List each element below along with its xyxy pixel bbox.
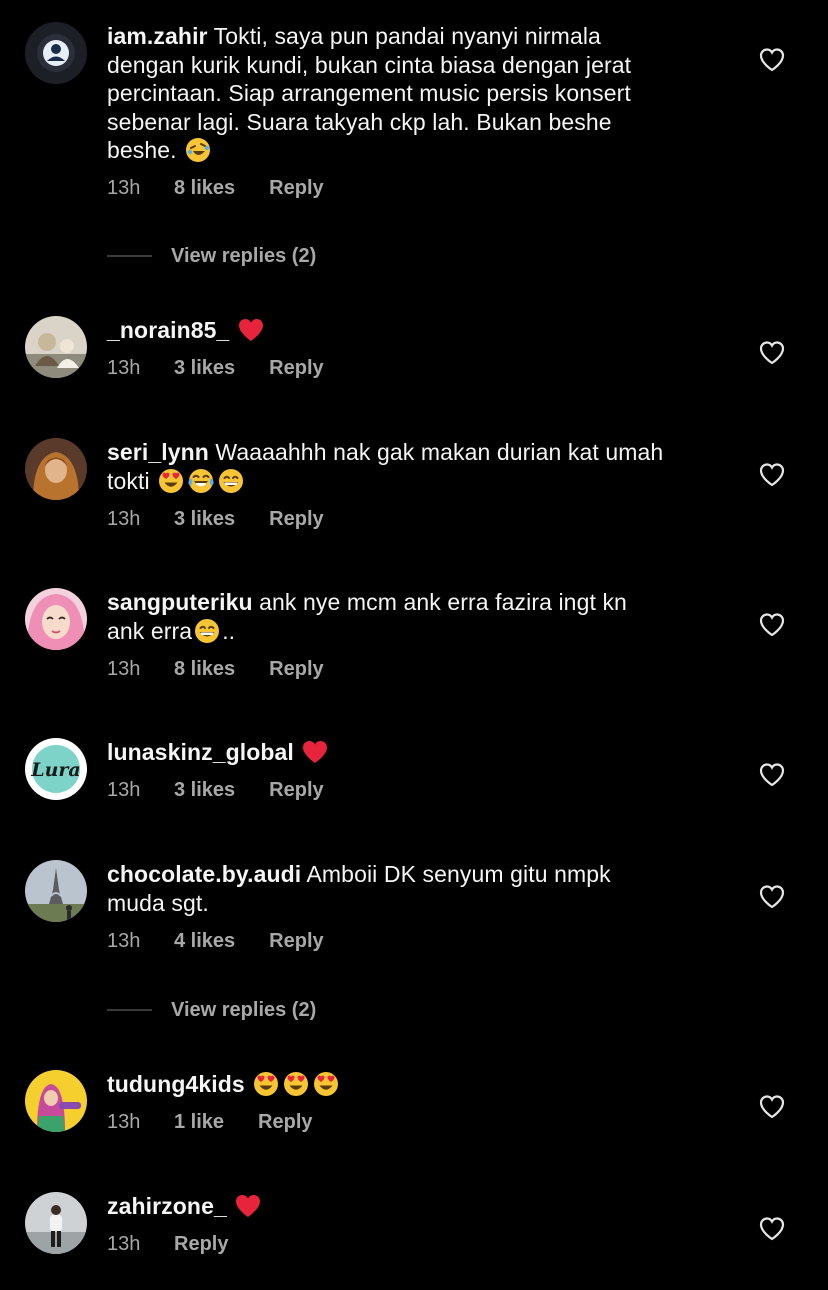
comment-text: zahirzone_ xyxy=(107,1192,717,1221)
comment-meta: 13h 3 likes Reply xyxy=(107,777,717,805)
like-heart-icon[interactable] xyxy=(758,46,786,72)
heart-eyes-emoji-icon xyxy=(313,1071,339,1097)
red-heart-emoji-icon xyxy=(238,317,264,343)
comments-feed: iam.zahir Tokti, saya pun pandai nyanyi … xyxy=(0,0,828,1290)
avatar-image xyxy=(25,316,87,378)
avatar[interactable] xyxy=(25,1070,87,1132)
comment-meta: 13h 8 likes Reply xyxy=(107,655,717,683)
reply-button[interactable]: Reply xyxy=(269,357,323,380)
avatar-image: Lura xyxy=(25,738,87,800)
avatar[interactable] xyxy=(25,588,87,650)
comment-body xyxy=(294,739,301,765)
comment-username[interactable]: iam.zahir xyxy=(107,23,208,49)
avatar[interactable] xyxy=(25,438,87,500)
view-replies-button[interactable]: View replies (2) xyxy=(107,996,407,1024)
divider xyxy=(107,1009,152,1011)
comment-meta: 13h 8 likes Reply xyxy=(107,175,717,203)
comment-text: tudung4kids xyxy=(107,1070,717,1099)
comment-username[interactable]: lunaskinz_global xyxy=(107,739,294,765)
view-replies-label: View replies (2) xyxy=(171,244,317,267)
comment-time: 13h xyxy=(107,357,141,379)
view-replies-button[interactable]: View replies (2) xyxy=(107,242,407,270)
avatar[interactable] xyxy=(25,22,87,84)
comment-username[interactable]: chocolate.by.audi xyxy=(107,861,301,887)
reply-button[interactable]: Reply xyxy=(269,658,323,681)
comment-text: _norain85_ xyxy=(107,316,717,345)
reply-button[interactable]: Reply xyxy=(174,1233,228,1256)
rolling-on-floor-laughing-emoji-icon xyxy=(185,137,211,163)
divider xyxy=(107,255,152,257)
avatar-image xyxy=(25,22,87,84)
avatar[interactable] xyxy=(25,860,87,922)
heart-eyes-emoji-icon xyxy=(253,1071,279,1097)
comment-likes[interactable]: 8 likes xyxy=(174,177,235,200)
reply-button[interactable]: Reply xyxy=(258,1111,312,1134)
grinning-emoji-icon xyxy=(194,618,220,644)
avatar[interactable] xyxy=(25,316,87,378)
avatar-image xyxy=(25,1070,87,1132)
view-replies-label: View replies (2) xyxy=(171,998,317,1021)
avatar[interactable]: Lura xyxy=(25,738,87,800)
comment-body-suffix: .. xyxy=(222,617,236,644)
avatar[interactable] xyxy=(25,1192,87,1254)
comment-likes[interactable]: 3 likes xyxy=(174,779,235,802)
comment-text: sangputeriku ank nye mcm ank erra fazira… xyxy=(107,588,717,645)
comment-username[interactable]: zahirzone_ xyxy=(107,1193,227,1219)
comment-likes[interactable]: 3 likes xyxy=(174,357,235,380)
like-heart-icon[interactable] xyxy=(758,761,786,787)
comment-body xyxy=(245,1071,252,1097)
comment-username[interactable]: _norain85_ xyxy=(107,317,229,343)
comment-meta: 13h 3 likes Reply xyxy=(107,355,717,383)
red-heart-emoji-icon xyxy=(302,739,328,765)
comment-time: 13h xyxy=(107,929,141,952)
like-heart-icon[interactable] xyxy=(758,1215,786,1241)
comment-meta: 13h 1 like Reply xyxy=(107,1109,717,1137)
comment-text: iam.zahir Tokti, saya pun pandai nyanyi … xyxy=(107,22,717,165)
comment-time: 13h xyxy=(107,177,141,199)
like-heart-icon[interactable] xyxy=(758,883,786,909)
comment-meta: 13h 4 likes Reply xyxy=(107,927,717,955)
comment-time: 13h xyxy=(107,779,141,801)
avatar-image xyxy=(25,438,87,500)
comment-likes[interactable]: 8 likes xyxy=(174,658,235,681)
comment-text: lunaskinz_global xyxy=(107,738,717,767)
comment-username[interactable]: seri_lynn xyxy=(107,439,209,465)
comment-likes[interactable]: 1 like xyxy=(174,1111,224,1134)
comment-text: seri_lynn Waaaahhh nak gak makan durian … xyxy=(107,438,717,495)
like-heart-icon[interactable] xyxy=(758,1093,786,1119)
comment-text: chocolate.by.audi Amboii DK senyum gitu … xyxy=(107,860,717,917)
comment-meta: 13h Reply xyxy=(107,1231,717,1259)
comment-likes[interactable]: 3 likes xyxy=(174,508,235,531)
comment-body xyxy=(227,1193,234,1219)
reply-button[interactable]: Reply xyxy=(269,508,323,531)
comment-time: 13h xyxy=(107,507,141,530)
heart-eyes-emoji-icon xyxy=(283,1071,309,1097)
tears-of-joy-emoji-icon xyxy=(188,468,214,494)
comment-body xyxy=(229,317,236,343)
grinning-emoji-icon xyxy=(218,468,244,494)
avatar-image xyxy=(25,1192,87,1254)
comment-username[interactable]: sangputeriku xyxy=(107,589,253,615)
comment-meta: 13h 3 likes Reply xyxy=(107,505,717,533)
reply-button[interactable]: Reply xyxy=(269,930,323,953)
avatar-logo-text: Lura xyxy=(30,759,81,781)
reply-button[interactable]: Reply xyxy=(269,177,323,200)
like-heart-icon[interactable] xyxy=(758,461,786,487)
comment-time: 13h xyxy=(107,1233,141,1255)
like-heart-icon[interactable] xyxy=(758,339,786,365)
red-heart-emoji-icon xyxy=(235,1193,261,1219)
comment-likes[interactable]: 4 likes xyxy=(174,930,235,953)
reply-button[interactable]: Reply xyxy=(269,779,323,802)
comment-time: 13h xyxy=(107,657,141,680)
heart-eyes-emoji-icon xyxy=(158,468,184,494)
avatar-image xyxy=(25,588,87,650)
comment-time: 13h xyxy=(107,1111,141,1133)
comment-username[interactable]: tudung4kids xyxy=(107,1071,245,1097)
like-heart-icon[interactable] xyxy=(758,611,786,637)
avatar-image xyxy=(25,860,87,922)
